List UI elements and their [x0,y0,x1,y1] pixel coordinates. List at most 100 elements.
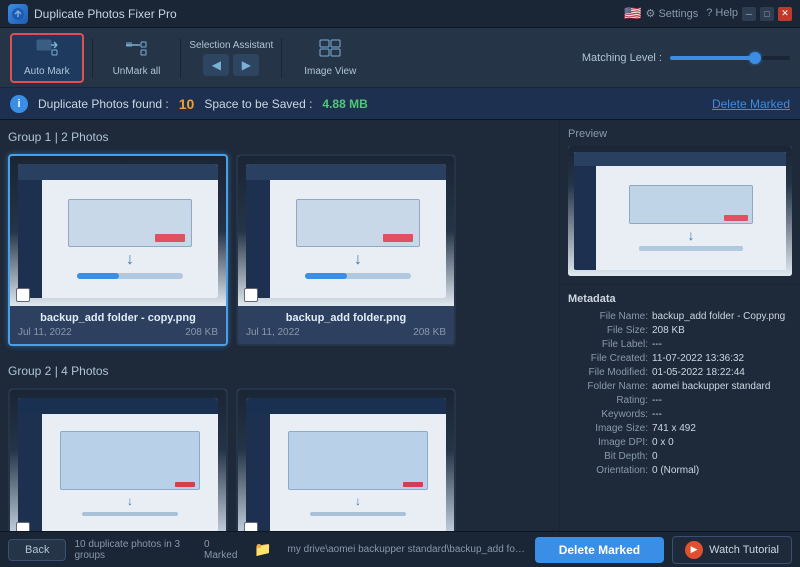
photo-name-1: backup_add folder - copy.png [18,312,218,324]
toolbar-divider-1 [92,38,93,78]
fake-app-1: ↓ [18,164,218,298]
meta-key: File Created: [568,353,648,364]
settings-help: ⚙ Settings ? Help [646,7,738,20]
status-info: 10 duplicate photos in 3 groups 0 Marked… [74,539,526,561]
fake-bar-4 [246,398,446,414]
auto-mark-label: Auto Mark [24,66,70,77]
metadata-row: Image DPI: 0 x 0 [568,437,792,448]
matching-slider[interactable] [670,56,790,60]
photo-checkbox-2[interactable] [244,288,258,302]
slider-thumb [749,52,761,64]
photo-thumb-4: ↓ [238,390,454,531]
photo-checkbox-1[interactable] [16,288,30,302]
meta-value: 0 x 0 [652,437,674,448]
maximize-button[interactable]: □ [760,7,774,21]
photo-size-2: 208 KB [413,327,446,338]
fake-arrow-1: ↓ [126,251,134,269]
thumb-bg-4: ↓ [238,390,454,531]
help-link[interactable]: ? Help [706,7,738,20]
photo-meta-2: Jul 11, 2022 208 KB [246,327,446,338]
title-bar-left: Duplicate Photos Fixer Pro [8,4,177,24]
preview-label: Preview [568,128,792,140]
meta-key: Folder Name: [568,381,648,392]
close-button[interactable]: ✕ [778,7,792,21]
meta-value: 0 (Normal) [652,465,699,476]
photo-card-3[interactable]: ↓ backup_add folder.png Jul 11, 2022 208… [8,388,228,531]
fake-main-3: ↓ [42,414,218,531]
back-button[interactable]: Back [8,539,66,561]
selection-prev-button[interactable]: ◀ [203,54,229,76]
thumb-bg-1: ↓ [10,156,226,306]
metadata-row: Image Size: 741 x 492 [568,423,792,434]
selection-next-button[interactable]: ▶ [233,54,259,76]
status-duplicate-info: 10 duplicate photos in 3 groups [74,539,188,561]
fake-dialog-1 [68,199,191,246]
metadata-row: File Modified: 01-05-2022 18:22:44 [568,367,792,378]
unmark-label: UnMark all [113,66,161,77]
watch-tutorial-button[interactable]: ▶ Watch Tutorial [672,536,792,564]
metadata-row: File Size: 208 KB [568,325,792,336]
fake-btn-1 [155,234,185,242]
auto-mark-button[interactable]: Auto Mark [10,33,84,83]
status-marked-info: 0 Marked [204,539,238,561]
meta-key: File Name: [568,311,648,322]
photo-card-1[interactable]: ↓ backup_add folder - copy.png Jul 11, 2… [8,154,228,346]
photo-card-2[interactable]: ↓ backup_add folder.png Jul 11, 2022 [236,154,456,346]
photo-info-1: backup_add folder - copy.png Jul 11, 202… [10,306,226,344]
minimize-button[interactable]: ─ [742,7,756,21]
delete-marked-button[interactable]: Delete Marked [535,537,664,563]
status-file-icon: 📁 [254,541,271,558]
fake-app-3: ↓ [18,398,218,531]
meta-value: 11-07-2022 13:36:32 [652,353,744,364]
fake-app-2: ↓ [246,164,446,298]
right-panel: Preview ↓ [560,120,800,531]
photo-checkbox-4[interactable] [244,522,258,531]
metadata-row: Keywords: --- [568,409,792,420]
preview-btn [724,215,748,221]
watch-tutorial-label: Watch Tutorial [709,544,779,556]
image-view-button[interactable]: Image View [290,34,370,81]
meta-key: Image DPI: [568,437,648,448]
space-prefix: Space to be Saved : [204,97,312,111]
selection-assistant-area: Selection Assistant ◀ ▶ [189,40,273,76]
preview-image: ↓ [568,146,792,276]
photo-checkbox-3[interactable] [16,522,30,531]
preview-inner: ↓ [574,152,786,270]
photo-card-4[interactable]: ↓ backup_add folder.png Jul 11, 2022 208… [236,388,456,531]
metadata-row: Orientation: 0 (Normal) [568,465,792,476]
meta-value: --- [652,395,662,406]
fake-progress-2 [305,273,411,279]
preview-fake-app: ↓ [568,146,792,276]
auto-mark-icon [35,38,59,63]
fake-bar-1 [18,164,218,180]
preview-section: Preview ↓ [560,120,800,285]
matching-area: Matching Level : [582,52,790,64]
slider-fill [670,56,754,60]
meta-key: Rating: [568,395,648,406]
fake-btn-2 [383,234,413,242]
metadata-row: Bit Depth: 0 [568,451,792,462]
selection-buttons: ◀ ▶ [203,54,259,76]
photo-info-2: backup_add folder.png Jul 11, 2022 208 K… [238,306,454,344]
meta-key: File Label: [568,339,648,350]
duplicate-count: 10 [179,96,195,112]
group-1-count: 2 Photos [61,130,108,144]
meta-value: --- [652,409,662,420]
app-title: Duplicate Photos Fixer Pro [34,7,177,21]
delete-marked-link[interactable]: Delete Marked [712,97,790,111]
status-bar: Back 10 duplicate photos in 3 groups 0 M… [0,531,800,567]
group-1-label: Group 1 | [8,130,61,144]
metadata-rows: File Name: backup_add folder - Copy.png … [568,311,792,476]
photo-panel: Group 1 | 2 Photos ↓ [0,120,560,531]
settings-link[interactable]: ⚙ Settings [646,7,699,20]
title-bar: Duplicate Photos Fixer Pro 🇺🇸 ⚙ Settings… [0,0,800,28]
photo-thumb-2: ↓ [238,156,454,306]
info-bar: i Duplicate Photos found : 10 Space to b… [0,88,800,120]
preview-progress [639,246,744,251]
meta-value: aomei backupper standard [652,381,770,392]
photo-thumb-3: ↓ [10,390,226,531]
unmark-all-button[interactable]: UnMark all [101,33,173,83]
meta-value: --- [652,339,662,350]
fake-dialog-2 [296,199,419,246]
meta-value: 208 KB [652,325,685,336]
